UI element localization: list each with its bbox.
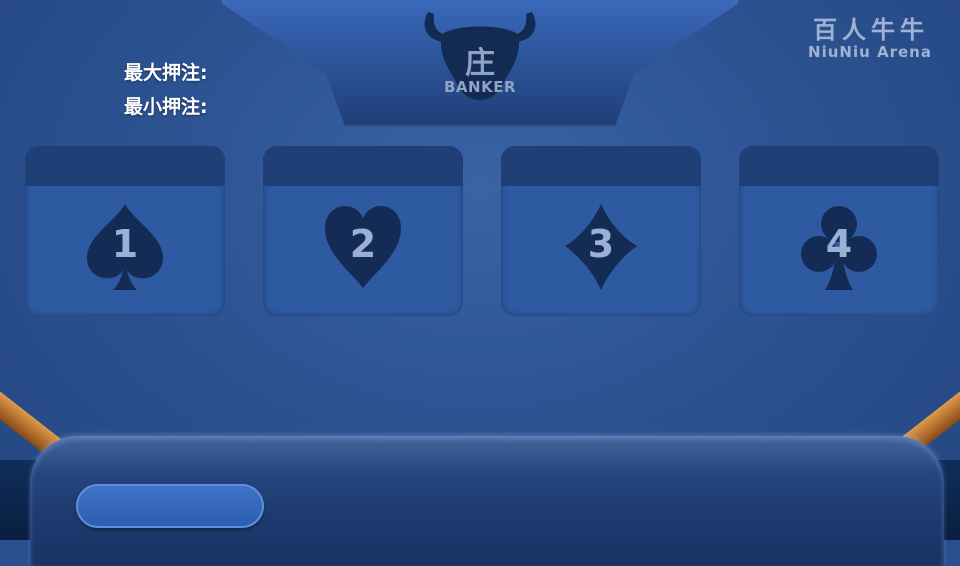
seat-header (501, 146, 701, 186)
seat-number: 1 (111, 222, 139, 266)
max-bet-label: 最大押注: (124, 62, 208, 84)
seat-number: 4 (825, 222, 853, 266)
banker-label-en: BANKER (443, 78, 517, 96)
bet-seat-4[interactable]: 4 (739, 146, 939, 316)
brand-name-cn: 百人牛牛 (813, 16, 929, 44)
banker-label-cn: 庄 (465, 46, 495, 81)
seat-number: 3 (587, 222, 615, 266)
seat-header (263, 146, 463, 186)
bet-seat-2[interactable]: 2 (263, 146, 463, 316)
seat-number: 2 (349, 222, 377, 266)
seat-header (25, 146, 225, 186)
player-info-button[interactable] (76, 484, 264, 528)
bet-seat-1[interactable]: 1 (25, 146, 225, 316)
brand-name-en: NiuNiu Arena (808, 43, 932, 61)
seat-header (739, 146, 939, 186)
min-bet-label: 最小押注: (124, 96, 208, 118)
bet-seat-3[interactable]: 3 (501, 146, 701, 316)
